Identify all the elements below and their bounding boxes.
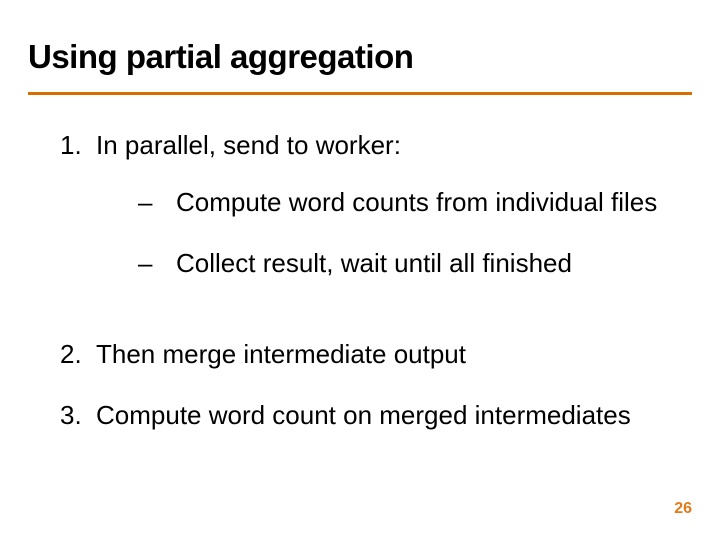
title-divider bbox=[28, 92, 692, 95]
list-item: 2. Then merge intermediate output bbox=[60, 339, 690, 370]
slide-body: 1. In parallel, send to worker: – Comput… bbox=[60, 130, 690, 461]
list-number: 2. bbox=[60, 339, 96, 370]
list-item: 3. Compute word count on merged intermed… bbox=[60, 400, 690, 431]
slide-title: Using partial aggregation bbox=[28, 38, 413, 76]
list-item: 1. In parallel, send to worker: – Comput… bbox=[60, 130, 690, 309]
sub-list-item: – Compute word counts from individual fi… bbox=[138, 187, 657, 218]
list-number: 1. bbox=[60, 130, 96, 309]
sub-list-item-text: Collect result, wait until all finished bbox=[176, 248, 572, 279]
list-item-text: Compute word count on merged intermediat… bbox=[96, 400, 631, 431]
slide: Using partial aggregation 1. In parallel… bbox=[0, 0, 720, 540]
sub-list-item-text: Compute word counts from individual file… bbox=[176, 187, 657, 218]
list-number: 3. bbox=[60, 400, 96, 431]
sub-list: – Compute word counts from individual fi… bbox=[138, 187, 657, 279]
list-item-text: Then merge intermediate output bbox=[96, 339, 466, 370]
dash-icon: – bbox=[138, 248, 176, 279]
sub-list-item: – Collect result, wait until all finishe… bbox=[138, 248, 657, 279]
dash-icon: – bbox=[138, 187, 176, 218]
page-number: 26 bbox=[674, 500, 692, 518]
list-item-content: In parallel, send to worker: – Compute w… bbox=[96, 130, 657, 309]
list-item-text: In parallel, send to worker: bbox=[96, 130, 401, 160]
